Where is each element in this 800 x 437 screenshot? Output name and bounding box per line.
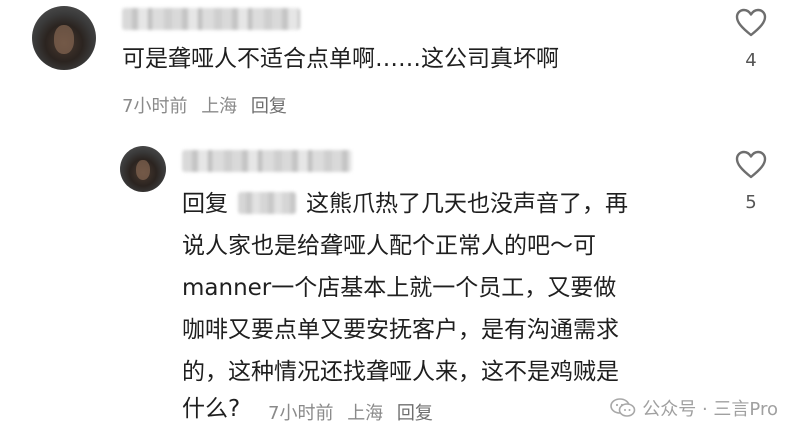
replier-avatar[interactable] bbox=[120, 146, 166, 192]
comment-text: 可是聋哑人不适合点单啊……这公司真坏啊 bbox=[122, 46, 559, 72]
watermark-text: 公众号 · 三言Pro bbox=[642, 399, 778, 420]
reply-line-3: manner一个店基本上就一个员工，又要做 bbox=[182, 275, 617, 301]
reply-like-count: 5 bbox=[745, 192, 757, 213]
commenter-avatar[interactable] bbox=[32, 6, 96, 70]
reply-line-5: 的，这种情况还找聋哑人来，这不是鸡贼是 bbox=[182, 359, 619, 385]
comment-like-count: 4 bbox=[745, 50, 757, 71]
reply-meta: 7小时前 上海 回复 bbox=[268, 399, 441, 425]
reply-location: 上海 bbox=[347, 403, 384, 424]
reply-line-2: 说人家也是给聋哑人配个正常人的吧～可 bbox=[182, 233, 596, 259]
commenter-name-blurred[interactable] bbox=[122, 8, 300, 30]
replier-name-blurred[interactable] bbox=[182, 150, 352, 172]
comment-reply-button[interactable]: 回复 bbox=[251, 96, 287, 117]
avatar-face bbox=[135, 159, 151, 181]
comment-meta: 7小时前 上海 回复 bbox=[122, 92, 295, 118]
avatar-face bbox=[53, 25, 75, 54]
reply-reply-button[interactable]: 回复 bbox=[397, 403, 433, 424]
comment-time: 7小时前 bbox=[122, 96, 188, 117]
mentioned-user-blurred[interactable] bbox=[238, 192, 296, 214]
reply-line-1: 回复 这熊爪热了几天也没声音了，再 bbox=[182, 185, 628, 223]
reply-line-6: 什么? bbox=[182, 390, 240, 428]
reply-time: 7小时前 bbox=[268, 403, 334, 424]
reply-line-4: 咖啡又要点单又要安抚客户，是有沟通需求 bbox=[182, 317, 619, 343]
reply-text-line: 这熊爪热了几天也没声音了，再 bbox=[306, 191, 628, 217]
wechat-icon bbox=[610, 398, 636, 417]
reply-text-line: 什么? bbox=[182, 396, 241, 422]
heart-outline-icon[interactable] bbox=[735, 150, 767, 180]
reply-prefix: 回复 bbox=[182, 191, 228, 217]
heart-outline-icon[interactable] bbox=[735, 8, 767, 38]
comment-location: 上海 bbox=[201, 96, 238, 117]
watermark: 公众号 · 三言Pro bbox=[610, 395, 778, 421]
